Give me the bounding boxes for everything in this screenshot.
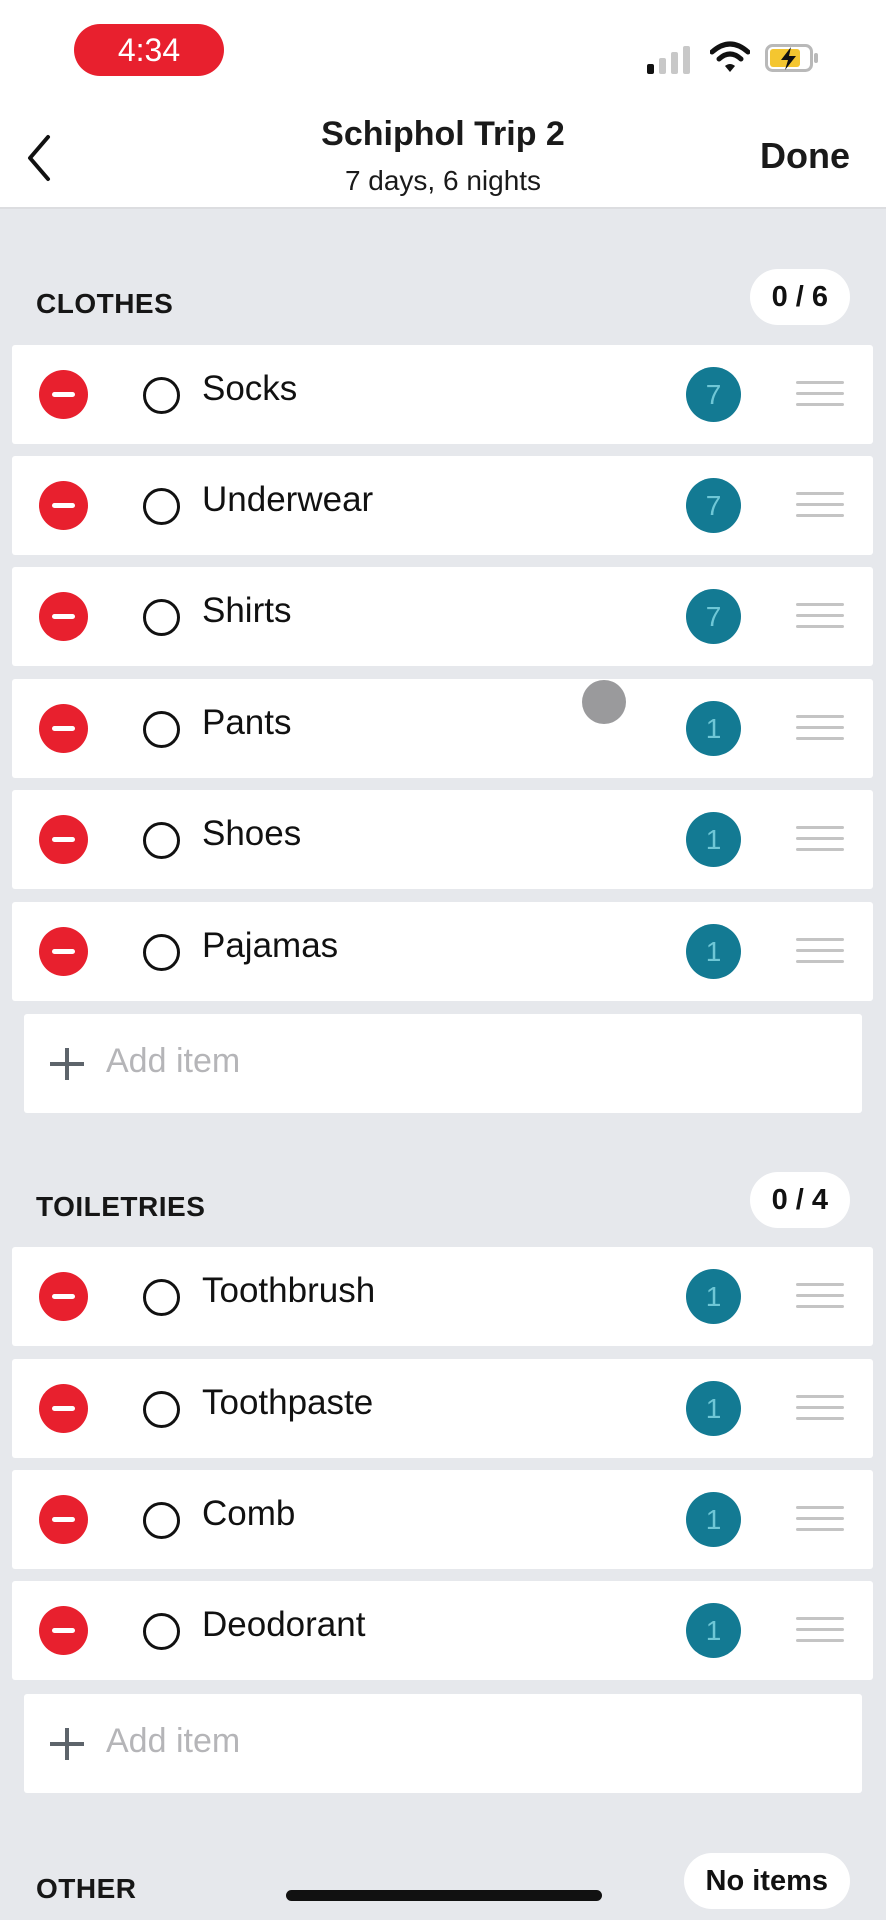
- list-item: Shirts 7: [12, 567, 873, 666]
- navigation-bar: Schiphol Trip 2 7 days, 6 nights Done: [0, 105, 886, 209]
- add-item-input[interactable]: Add item: [24, 1694, 862, 1793]
- page-title: Schiphol Trip 2: [321, 115, 565, 153]
- list-item: Deodorant 1: [12, 1581, 873, 1680]
- drag-handle-icon[interactable]: [796, 381, 844, 407]
- checkbox[interactable]: [143, 822, 180, 859]
- quantity-badge[interactable]: 1: [686, 701, 741, 756]
- item-label: Toothpaste: [202, 1383, 374, 1422]
- page-subtitle: 7 days, 6 nights: [344, 165, 542, 196]
- status-bar: 4:34: [0, 0, 886, 105]
- delete-icon[interactable]: [39, 1606, 88, 1655]
- checkbox[interactable]: [143, 1279, 180, 1316]
- add-item-input[interactable]: Add item: [24, 1014, 862, 1113]
- checkbox[interactable]: [143, 934, 180, 971]
- quantity-badge[interactable]: 1: [686, 1492, 741, 1547]
- quantity-badge[interactable]: 1: [686, 1269, 741, 1324]
- cellular-signal-icon: [647, 44, 695, 74]
- item-label: Toothbrush: [202, 1271, 376, 1310]
- list-item: Underwear 7: [12, 456, 873, 555]
- delete-icon[interactable]: [39, 1384, 88, 1433]
- item-label: Comb: [202, 1494, 296, 1533]
- quantity-badge[interactable]: 1: [686, 1603, 741, 1658]
- battery-charging-icon: [765, 44, 818, 72]
- list-item: Toothbrush 1: [12, 1247, 873, 1346]
- delete-icon[interactable]: [39, 370, 88, 419]
- list-item: Shoes 1: [12, 790, 873, 889]
- drag-handle-icon[interactable]: [796, 1395, 844, 1421]
- drag-handle-icon[interactable]: [796, 826, 844, 852]
- delete-icon[interactable]: [39, 481, 88, 530]
- done-button[interactable]: Done: [760, 135, 850, 177]
- delete-icon[interactable]: [39, 815, 88, 864]
- list-item: Pajamas 1: [12, 902, 873, 1001]
- checkbox[interactable]: [143, 1613, 180, 1650]
- item-label: Pants: [202, 703, 292, 742]
- quantity-badge[interactable]: 7: [686, 367, 741, 422]
- touch-indicator: [582, 680, 626, 724]
- drag-handle-icon[interactable]: [796, 1617, 844, 1643]
- drag-handle-icon[interactable]: [796, 715, 844, 741]
- drag-handle-icon[interactable]: [796, 492, 844, 518]
- drag-handle-icon[interactable]: [796, 603, 844, 629]
- list-item: Comb 1: [12, 1470, 873, 1569]
- quantity-badge[interactable]: 7: [686, 589, 741, 644]
- delete-icon[interactable]: [39, 1495, 88, 1544]
- quantity-badge[interactable]: 1: [686, 1381, 741, 1436]
- section-header-clothes: CLOTHES: [36, 288, 174, 319]
- plus-icon: [50, 1728, 84, 1760]
- checkbox[interactable]: [143, 711, 180, 748]
- plus-icon: [50, 1048, 84, 1080]
- quantity-badge[interactable]: 1: [686, 924, 741, 979]
- item-label: Shirts: [202, 591, 292, 630]
- item-label: Shoes: [202, 814, 302, 853]
- quantity-badge[interactable]: 7: [686, 478, 741, 533]
- home-indicator[interactable]: [286, 1890, 602, 1901]
- drag-handle-icon[interactable]: [796, 1506, 844, 1532]
- section-header-other: OTHER: [36, 1873, 137, 1904]
- delete-icon[interactable]: [39, 927, 88, 976]
- list-item: Pants 1: [12, 679, 873, 778]
- section-count-badge: No items: [683, 1853, 850, 1909]
- add-item-placeholder: Add item: [106, 1042, 241, 1080]
- checkbox[interactable]: [143, 599, 180, 636]
- list-item: Toothpaste 1: [12, 1359, 873, 1458]
- drag-handle-icon[interactable]: [796, 938, 844, 964]
- checkbox[interactable]: [143, 1502, 180, 1539]
- item-label: Underwear: [202, 480, 374, 519]
- status-time: 4:34: [74, 24, 224, 76]
- item-label: Deodorant: [202, 1605, 366, 1644]
- wifi-icon: [710, 41, 750, 72]
- checkbox[interactable]: [143, 488, 180, 525]
- delete-icon[interactable]: [39, 592, 88, 641]
- drag-handle-icon[interactable]: [796, 1283, 844, 1309]
- quantity-badge[interactable]: 1: [686, 812, 741, 867]
- add-item-placeholder: Add item: [106, 1722, 241, 1760]
- section-count-badge: 0 / 4: [749, 1172, 850, 1228]
- list-item: Socks 7: [12, 345, 873, 444]
- section-count-badge: 0 / 6: [749, 269, 850, 325]
- item-label: Pajamas: [202, 926, 339, 965]
- section-header-toiletries: TOILETRIES: [36, 1191, 206, 1222]
- item-label: Socks: [202, 369, 298, 408]
- delete-icon[interactable]: [39, 704, 88, 753]
- checkbox[interactable]: [143, 377, 180, 414]
- delete-icon[interactable]: [39, 1272, 88, 1321]
- checkbox[interactable]: [143, 1391, 180, 1428]
